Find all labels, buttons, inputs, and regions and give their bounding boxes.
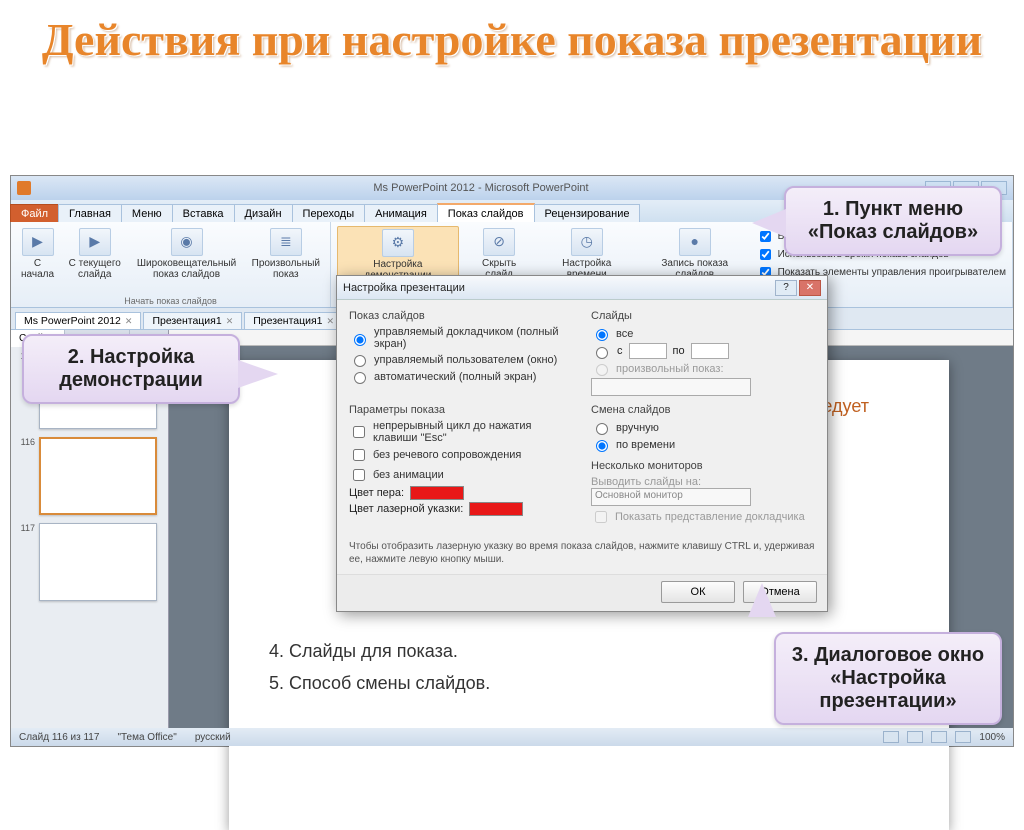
- opt-timing[interactable]: по времени: [591, 437, 815, 452]
- callout-pointer: [238, 360, 278, 388]
- dialog-note: Чтобы отобразить лазерную указку во врем…: [349, 536, 815, 568]
- opt-manual[interactable]: вручную: [591, 420, 815, 435]
- btn-label: Широковещательный показ слайдов: [135, 258, 237, 280]
- custom-select: [591, 378, 751, 396]
- play-icon: ▶: [79, 228, 111, 256]
- tab-review[interactable]: Рецензирование: [534, 204, 641, 222]
- app-icon: [17, 181, 31, 195]
- slide-number: 116: [15, 437, 35, 515]
- tab-animations[interactable]: Анимация: [364, 204, 438, 222]
- group-show-type: Показ слайдов управляемый докладчиком (п…: [349, 310, 573, 396]
- chk-presenter-view: Показать представление докладчика: [591, 508, 815, 526]
- btn-from-beginning[interactable]: ▶С начала: [17, 226, 58, 305]
- callout-pointer: [752, 209, 786, 237]
- monitor-select[interactable]: Основной монитор: [591, 488, 751, 506]
- dialog-title: Настройка презентации: [343, 282, 465, 294]
- thumbnails: 115 116 117: [11, 347, 168, 728]
- to-input[interactable]: [691, 343, 729, 359]
- group-header: Показ слайдов: [349, 310, 573, 322]
- view-sorter-icon[interactable]: [907, 731, 923, 743]
- broadcast-icon: ◉: [171, 228, 203, 256]
- opt-all[interactable]: все: [591, 326, 815, 341]
- thumb[interactable]: 117: [15, 523, 164, 601]
- tab-file[interactable]: Файл: [10, 204, 59, 222]
- setup-icon: ⚙: [382, 229, 414, 257]
- tab-home[interactable]: Главная: [58, 204, 122, 222]
- from-input[interactable]: [629, 343, 667, 359]
- monitor-label: Выводить слайды на:: [591, 476, 815, 488]
- view-show-icon[interactable]: [955, 731, 971, 743]
- opt-kiosk[interactable]: автоматический (полный экран): [349, 369, 573, 384]
- view-normal-icon[interactable]: [883, 731, 899, 743]
- opt-custom: произвольный показ:: [591, 361, 815, 376]
- callout-pointer: [748, 583, 776, 617]
- callout-3: 3. Диалоговое окно «Настройка презентаци…: [774, 632, 1002, 725]
- clock-icon: ◷: [571, 228, 603, 256]
- doctab[interactable]: Ms PowerPoint 2012✕: [15, 312, 141, 329]
- opt-user[interactable]: управляемый пользователем (окно): [349, 352, 573, 367]
- btn-label: С текущего слайда: [68, 258, 121, 280]
- opt-range[interactable]: спо: [591, 343, 815, 359]
- close-icon[interactable]: ✕: [327, 316, 335, 327]
- btn-label: С начала: [21, 258, 54, 280]
- page-title: Действия при настройке показа презентаци…: [0, 0, 1024, 75]
- list-icon: ≣: [270, 228, 302, 256]
- opt-speaker[interactable]: управляемый докладчиком (полный экран): [349, 326, 573, 350]
- btn-label: Произвольный показ: [252, 258, 320, 280]
- group-header: Слайды: [591, 310, 815, 322]
- group-label: Начать показ слайдов: [11, 296, 330, 306]
- doctab[interactable]: Презентация1✕: [143, 312, 242, 329]
- close-button[interactable]: ✕: [799, 280, 821, 296]
- ok-button[interactable]: ОК: [661, 581, 735, 603]
- callout-1: 1. Пункт меню «Показ слайдов»: [784, 186, 1002, 256]
- doctab[interactable]: Презентация1✕: [244, 312, 343, 329]
- pen-color[interactable]: [410, 486, 464, 500]
- tab-transitions[interactable]: Переходы: [292, 204, 366, 222]
- group-header: Несколько мониторов: [591, 460, 815, 472]
- slide-thumb: [39, 523, 157, 601]
- status-slide: Слайд 116 из 117: [19, 732, 99, 743]
- chk-no-animation[interactable]: без анимации: [349, 466, 573, 484]
- laser-color[interactable]: [469, 502, 523, 516]
- group-header: Параметры показа: [349, 404, 573, 416]
- slide-thumb: [39, 437, 157, 515]
- pen-label: Цвет пера:: [349, 487, 404, 499]
- tab-slideshow[interactable]: Показ слайдов: [437, 203, 535, 222]
- laser-label: Цвет лазерной указки:: [349, 503, 463, 515]
- setup-dialog: Настройка презентации ? ✕ Показ слайдов …: [336, 275, 828, 612]
- zoom-level: 100%: [979, 732, 1005, 743]
- close-icon[interactable]: ✕: [226, 316, 234, 327]
- dialog-titlebar: Настройка презентации ? ✕: [337, 276, 827, 300]
- status-bar: Слайд 116 из 117 "Тема Office" русский 1…: [11, 728, 1013, 746]
- group-params: Параметры показа непрерывный цикл до наж…: [349, 404, 573, 528]
- tab-design[interactable]: Дизайн: [234, 204, 293, 222]
- tab-insert[interactable]: Вставка: [172, 204, 235, 222]
- slide-number: 117: [15, 523, 35, 601]
- status-theme: "Тема Office": [117, 732, 176, 743]
- callout-2: 2. Настройка демонстрации: [22, 334, 240, 404]
- tab-menu[interactable]: Меню: [121, 204, 173, 222]
- group-header: Смена слайдов: [591, 404, 815, 416]
- group-slides: Слайды все спо произвольный показ:: [591, 310, 815, 396]
- play-icon: ▶: [22, 228, 54, 256]
- close-icon[interactable]: ✕: [125, 316, 133, 327]
- help-button[interactable]: ?: [775, 280, 797, 296]
- record-icon: ●: [679, 228, 711, 256]
- view-reading-icon[interactable]: [931, 731, 947, 743]
- btn-custom-show[interactable]: ≣Произвольный показ: [248, 226, 324, 305]
- group-right-lower: Смена слайдов вручную по времени Несколь…: [591, 404, 815, 528]
- thumb[interactable]: 116: [15, 437, 164, 515]
- chk-loop[interactable]: непрерывный цикл до нажатия клавиши "Esc…: [349, 420, 573, 444]
- btn-broadcast[interactable]: ◉Широковещательный показ слайдов: [131, 226, 241, 305]
- btn-from-current[interactable]: ▶С текущего слайда: [64, 226, 125, 305]
- chk-no-narration[interactable]: без речевого сопровождения: [349, 446, 573, 464]
- status-lang: русский: [195, 732, 231, 743]
- hide-icon: ⊘: [483, 228, 515, 256]
